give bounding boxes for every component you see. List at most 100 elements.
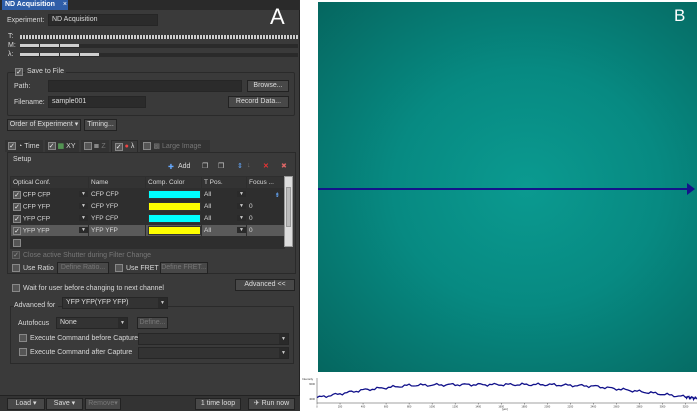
use-ratio-checkbox[interactable] — [12, 264, 20, 272]
tab-nd-acquisition[interactable]: ND Acquisition × — [2, 0, 68, 10]
copy-icon[interactable]: ❐ — [202, 162, 208, 170]
row-checkbox[interactable] — [13, 238, 21, 247]
chevron-down-icon[interactable]: ▼ — [79, 202, 88, 209]
row-tpos: All — [204, 203, 212, 210]
record-data-button[interactable]: Record Data... — [228, 96, 289, 108]
table-row-selected[interactable]: ✓ YFP YFP ▼ YFP YFP All ▼ 0 — [10, 224, 285, 237]
color-swatch[interactable] — [148, 202, 201, 211]
col-comp-color[interactable]: Comp. Color — [145, 176, 202, 189]
col-focus[interactable]: Focus ... — [246, 176, 285, 189]
color-swatch[interactable] — [148, 214, 201, 223]
large-image-checkbox[interactable] — [143, 142, 152, 150]
row-checkbox[interactable]: ✓ — [13, 214, 21, 223]
delete-icon[interactable]: ✕ — [263, 162, 269, 170]
chevron-down-icon[interactable]: ▼ — [79, 214, 88, 221]
row-focus: 0 — [246, 200, 285, 213]
intensity-profile-chart: Intensity 6000 40000 200 400 600 800 1000 1200 1… — [302, 377, 698, 411]
col-name[interactable]: Name — [88, 176, 146, 189]
order-of-experiment-dropdown[interactable]: Order of Experiment ▾ — [7, 119, 81, 131]
tab-z[interactable]: ≣ Z — [80, 140, 109, 152]
row-name: YFP CFP — [88, 212, 146, 225]
filename-field[interactable]: sample001 — [48, 96, 146, 108]
table-row-empty[interactable] — [10, 236, 285, 249]
color-swatch[interactable] — [148, 226, 201, 235]
panel-label-a: A — [270, 4, 285, 29]
remove-button[interactable]: Remove▾ — [85, 398, 121, 410]
chevron-down-icon[interactable]: ▼ — [79, 226, 88, 233]
col-t-pos[interactable]: T Pos. — [201, 176, 247, 189]
row-conf: YFP YFP — [22, 227, 50, 235]
z-checkbox[interactable] — [83, 142, 92, 150]
browse-button[interactable]: Browse... — [247, 80, 289, 92]
define-ratio-button[interactable]: Define Ratio... — [57, 262, 109, 274]
run-now-button[interactable]: ✈ Run now — [248, 398, 295, 410]
tab-lambda[interactable]: ✓ ● λ — [110, 140, 139, 152]
col-optical-conf[interactable]: Optical Conf. — [10, 176, 89, 189]
close-icon[interactable]: × — [63, 1, 67, 8]
close-shutter-label: Close active Shutter during Filter Chang… — [23, 252, 152, 259]
exec-after-field[interactable]: ▼ — [138, 347, 289, 359]
color-swatch[interactable] — [148, 190, 201, 199]
table-row[interactable]: ✓ CFP CFP ▼ CFP CFP All ▼ ⇟ — [10, 188, 285, 201]
tab-time[interactable]: ✓ ◔ Time — [5, 140, 43, 152]
microscope-image[interactable]: B — [318, 2, 697, 372]
use-fret-checkbox[interactable] — [115, 264, 123, 272]
table-header: Optical Conf. Name Comp. Color T Pos. Fo… — [10, 176, 285, 189]
table-row[interactable]: ✓ YFP CFP ▼ YFP CFP All ▼ 0 — [10, 212, 285, 225]
lambda-checkbox[interactable]: ✓ — [114, 142, 123, 151]
exec-after-checkbox[interactable] — [19, 348, 27, 356]
x-tick-label: 3000 — [660, 405, 666, 409]
path-field[interactable] — [48, 80, 242, 92]
add-button[interactable]: Add — [178, 163, 190, 170]
row-checkbox[interactable]: ✓ — [13, 190, 21, 199]
table-scrollbar[interactable] — [284, 176, 293, 247]
time-loop-button[interactable]: 1 time loop — [195, 398, 241, 410]
load-button[interactable]: Load ▾ — [7, 398, 45, 410]
experiment-field[interactable]: ND Acquisition — [48, 14, 158, 26]
tab-z-label: Z — [101, 142, 106, 150]
chevron-down-icon[interactable]: ▼ — [237, 203, 246, 209]
row-tpos: All — [204, 191, 212, 198]
channel-table: Optical Conf. Name Comp. Color T Pos. Fo… — [10, 176, 285, 249]
line-profile[interactable] — [318, 188, 690, 190]
move-down-icon[interactable]: ↓ — [247, 162, 251, 169]
paste-icon[interactable]: ❒ — [218, 162, 224, 170]
chevron-down-icon[interactable]: ▼ — [79, 190, 88, 197]
close-shutter-checkbox[interactable]: ✓ — [12, 251, 20, 259]
row-checkbox[interactable]: ✓ — [13, 226, 21, 235]
t-label: T: — [8, 33, 14, 40]
y-tick-label: 6000 — [309, 382, 315, 386]
row-name: CFP CFP — [88, 188, 146, 201]
define-fret-button[interactable]: Define FRET... — [160, 262, 208, 274]
time-checkbox[interactable]: ✓ — [8, 142, 16, 150]
define-autofocus-button[interactable]: Define... — [137, 317, 168, 329]
exec-before-checkbox[interactable] — [19, 334, 27, 342]
advanced-for-value: YFP YFP(YFP YFP) — [66, 299, 129, 306]
x-tick-label: 200 — [338, 405, 343, 409]
xy-checkbox[interactable]: ✓ — [47, 142, 56, 150]
scrollbar-thumb[interactable] — [286, 187, 291, 227]
wait-user-checkbox[interactable] — [12, 284, 20, 292]
delete-all-icon[interactable]: ✖ — [281, 162, 287, 170]
tab-large-image[interactable]: ▩ Large Image — [140, 140, 211, 152]
chevron-down-icon[interactable]: ▼ — [237, 215, 246, 221]
save-to-file-checkbox[interactable]: ✓ — [15, 68, 23, 76]
save-button[interactable]: Save ▾ — [46, 398, 83, 410]
row-checkbox[interactable]: ✓ — [13, 202, 21, 211]
exec-before-field[interactable]: ▼ — [138, 333, 289, 345]
chevron-down-icon[interactable]: ▼ — [237, 227, 246, 233]
y-tick-label: 4000 — [309, 397, 315, 401]
move-up-icon[interactable]: ⇕ — [237, 162, 243, 170]
row-conf: CFP YFP — [22, 203, 51, 211]
timing-button[interactable]: Timing... — [84, 119, 117, 131]
chevron-down-icon: ▼ — [158, 298, 167, 308]
tab-xy[interactable]: ✓ ▦ XY — [44, 140, 79, 152]
series-line-profile — [316, 382, 698, 402]
chevron-down-icon[interactable]: ▼ — [237, 191, 246, 197]
m-label: M: — [8, 42, 16, 49]
table-row[interactable]: ✓ CFP YFP ▼ CFP YFP All ▼ 0 — [10, 200, 285, 213]
autofocus-dropdown[interactable]: None ▼ — [56, 317, 128, 329]
advanced-button[interactable]: Advanced << — [235, 279, 295, 291]
advanced-for-dropdown[interactable]: YFP YFP(YFP YFP) ▼ — [62, 297, 168, 309]
filename-label: Filename: — [14, 99, 45, 106]
